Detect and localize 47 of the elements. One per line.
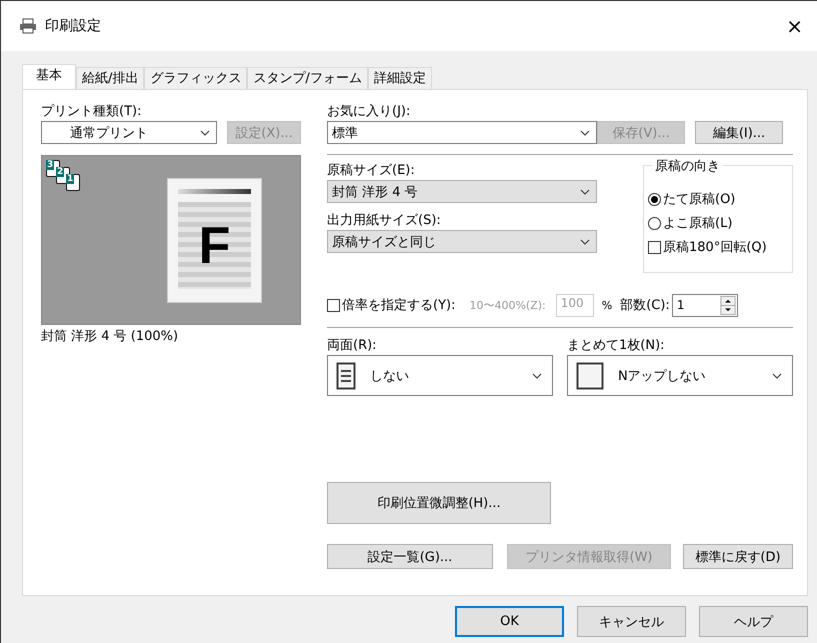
page-preview-drawing: F [167, 178, 262, 303]
chevron-icon [580, 188, 590, 194]
print-type-dropdown[interactable]: 通常プリント [41, 121, 217, 144]
panel-button[interactable]: 標準に戻す(D) [683, 544, 793, 569]
tab[interactable]: グラフィックス [144, 67, 248, 89]
range-label: 10〜400%(Z): [469, 298, 546, 312]
window-title: 印刷設定 [45, 17, 101, 35]
favorites-button[interactable]: 編集(I)... [695, 121, 783, 144]
field-label: 出力用紙サイズ(S): [327, 213, 441, 229]
duplex-dropdown[interactable]: しない [327, 355, 553, 396]
field-label: お気に入り(J): [327, 104, 410, 120]
printer-icon [19, 18, 37, 34]
copies-field[interactable]: 1 [672, 294, 738, 316]
favorites-dropdown[interactable]: 標準 [327, 121, 597, 144]
unit-label: % [602, 298, 612, 312]
field-label: まとめて1枚(N): [567, 338, 665, 354]
chevron-icon [532, 372, 542, 378]
page-icon [576, 362, 604, 390]
close-button[interactable]: × [782, 14, 807, 38]
dialog-button[interactable]: キャンセル [577, 606, 686, 637]
nup-dropdown[interactable]: Nアップしない [567, 355, 793, 396]
tab[interactable]: スタンプ/フォーム [247, 67, 368, 89]
checkbox-option[interactable]: 倍率を指定する(Y): [327, 296, 456, 314]
field-label: 原稿サイズ(E): [327, 163, 415, 179]
field-label: プリント種類(T): [41, 104, 142, 120]
radio-option[interactable]: たて原稿(O) [648, 190, 792, 208]
tab[interactable]: 基本 [22, 64, 76, 89]
radio-option[interactable]: よこ原稿(L) [648, 214, 792, 232]
chevron-icon [772, 372, 782, 378]
original-size-dropdown[interactable]: 封筒 洋形 4 号 [327, 180, 597, 203]
checkbox-option[interactable]: 原稿180°回転(Q) [648, 238, 792, 256]
panel-button[interactable]: 設定一覧(G)... [327, 544, 493, 569]
tab[interactable]: 詳細設定 [368, 67, 432, 89]
chevron-icon [580, 238, 590, 244]
group-title: 原稿の向き [652, 157, 723, 175]
output-size-dropdown[interactable]: 原稿サイズと同じ [327, 230, 597, 253]
document-icon [336, 362, 356, 390]
adjust-position-button[interactable]: 印刷位置微調整(H)... [327, 482, 551, 524]
preview-caption: 封筒 洋形 4 号 (100%) [41, 328, 180, 345]
field-label: 両面(R): [327, 338, 377, 354]
tab[interactable]: 給紙/排出 [76, 67, 144, 89]
chevron-icon [580, 130, 590, 136]
field-label: 部数(C): [620, 297, 670, 314]
spinner-icon[interactable] [720, 296, 736, 314]
dialog-button[interactable]: ヘルプ [699, 606, 808, 637]
chevron-icon [200, 130, 210, 136]
dialog-button[interactable]: OK [455, 606, 564, 637]
